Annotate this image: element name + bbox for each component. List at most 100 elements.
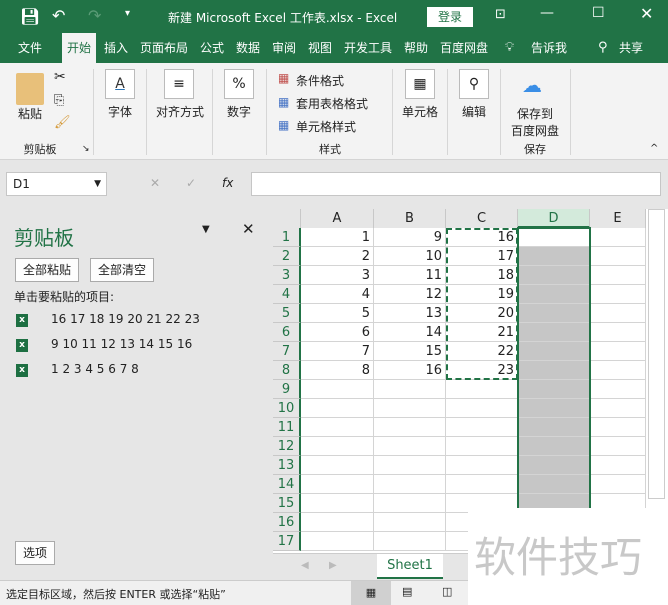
cell[interactable] — [374, 380, 446, 399]
row-header[interactable]: 17 — [273, 532, 301, 551]
column-header[interactable]: D — [518, 209, 590, 228]
cell[interactable] — [518, 380, 590, 399]
cell[interactable] — [374, 475, 446, 494]
cell[interactable]: 16 — [446, 228, 518, 247]
page-layout-view-icon[interactable]: ▤ — [402, 585, 412, 598]
cell[interactable] — [301, 437, 374, 456]
cell[interactable] — [301, 380, 374, 399]
number-icon[interactable]: % — [224, 69, 254, 99]
close-icon[interactable]: ✕ — [242, 220, 255, 238]
worksheet-grid[interactable]: A B C D E 1 1 9 16 2 2 10 17 3 3 11 18 4 4 12 19 5 5 13 20 6 6 14 21… — [273, 209, 668, 554]
sheet-tab-sheet1[interactable]: Sheet1 — [377, 554, 443, 579]
clear-all-button[interactable]: 全部清空 — [90, 258, 155, 282]
search-icon[interactable]: ⚲ — [459, 69, 489, 99]
cell[interactable]: 10 — [374, 247, 446, 266]
page-break-view-icon[interactable]: ◫ — [442, 585, 452, 598]
cell[interactable] — [301, 418, 374, 437]
save-icon[interactable]: 💾︎ — [20, 7, 40, 26]
vertical-scrollbar[interactable] — [648, 209, 665, 499]
paste-icon[interactable] — [16, 73, 44, 105]
row-header[interactable]: 2 — [273, 247, 301, 266]
paste-button[interactable]: 粘贴 — [14, 105, 46, 122]
tab-help[interactable]: 帮助 — [400, 33, 432, 63]
cell[interactable] — [590, 323, 646, 342]
column-header[interactable]: E — [590, 209, 646, 228]
cell[interactable] — [518, 304, 590, 323]
column-header[interactable]: B — [374, 209, 446, 228]
insert-function-icon[interactable]: fx — [222, 176, 233, 190]
cell[interactable] — [518, 437, 590, 456]
cell[interactable]: 11 — [374, 266, 446, 285]
formula-input[interactable] — [251, 172, 661, 196]
scroll-left-icon[interactable]: ◀ — [301, 560, 309, 571]
ribbon-display-icon[interactable]: ⊡ — [495, 7, 506, 22]
tab-file[interactable]: 文件 — [10, 33, 50, 63]
cell[interactable]: 21 — [446, 323, 518, 342]
cell[interactable]: 20 — [446, 304, 518, 323]
cells-icon[interactable]: ▦ — [405, 69, 435, 99]
cells-button[interactable]: 单元格 — [398, 103, 442, 120]
cell[interactable]: 2 — [301, 247, 374, 266]
cell[interactable] — [301, 532, 374, 551]
row-header[interactable]: 10 — [273, 399, 301, 418]
cell[interactable]: 16 — [374, 361, 446, 380]
cell[interactable] — [518, 361, 590, 380]
undo-icon[interactable]: ↶ — [52, 6, 65, 25]
scroll-right-icon[interactable]: ▶ — [329, 560, 337, 571]
tell-me[interactable]: 告诉我 — [526, 33, 572, 63]
number-button[interactable]: 数字 — [219, 103, 259, 120]
cell[interactable] — [446, 475, 518, 494]
minimize-button[interactable]: — — [540, 5, 554, 21]
clipboard-item[interactable]: x 1 2 3 4 5 6 7 8 — [14, 362, 264, 382]
cell[interactable] — [518, 342, 590, 361]
tab-review[interactable]: 审阅 — [268, 33, 300, 63]
cell[interactable] — [374, 399, 446, 418]
row-header[interactable]: 1 — [273, 228, 301, 247]
row-header[interactable]: 16 — [273, 513, 301, 532]
redo-icon[interactable]: ↷ — [88, 6, 101, 25]
cell[interactable] — [590, 304, 646, 323]
cell[interactable] — [301, 494, 374, 513]
cell[interactable] — [518, 285, 590, 304]
row-header[interactable]: 4 — [273, 285, 301, 304]
cell[interactable]: 7 — [301, 342, 374, 361]
cell[interactable] — [374, 513, 446, 532]
close-button[interactable]: ✕ — [640, 4, 653, 23]
cell[interactable] — [590, 399, 646, 418]
cell[interactable] — [374, 532, 446, 551]
dialog-launcher-icon[interactable]: ↘ — [82, 144, 90, 154]
cell[interactable] — [590, 247, 646, 266]
cell[interactable] — [590, 456, 646, 475]
cell[interactable] — [518, 228, 590, 247]
cell[interactable] — [590, 380, 646, 399]
tab-insert[interactable]: 插入 — [100, 33, 132, 63]
tab-formulas[interactable]: 公式 — [196, 33, 228, 63]
paste-all-button[interactable]: 全部粘贴 — [15, 258, 80, 282]
cell[interactable] — [374, 418, 446, 437]
cell[interactable] — [446, 399, 518, 418]
cell[interactable]: 5 — [301, 304, 374, 323]
cell[interactable] — [374, 494, 446, 513]
cell[interactable] — [590, 285, 646, 304]
editing-button[interactable]: 编辑 — [452, 103, 496, 120]
row-header[interactable]: 13 — [273, 456, 301, 475]
clipboard-item[interactable]: x 16 17 18 19 20 21 22 23 — [14, 312, 264, 332]
tab-developer[interactable]: 开发工具 — [340, 33, 396, 63]
cut-icon[interactable]: ✂ — [54, 69, 66, 85]
tab-view[interactable]: 视图 — [304, 33, 336, 63]
cell[interactable] — [518, 418, 590, 437]
copy-icon[interactable]: ⎘ — [54, 93, 64, 108]
cell[interactable]: 18 — [446, 266, 518, 285]
cell[interactable] — [374, 437, 446, 456]
cell[interactable] — [590, 228, 646, 247]
font-icon[interactable]: A — [105, 69, 135, 99]
cell[interactable] — [590, 361, 646, 380]
row-header[interactable]: 12 — [273, 437, 301, 456]
row-header[interactable]: 8 — [273, 361, 301, 380]
cell[interactable] — [301, 513, 374, 532]
row-header[interactable]: 3 — [273, 266, 301, 285]
tab-baidu[interactable]: 百度网盘 — [436, 33, 492, 63]
customize-qat-icon[interactable]: ▾ — [125, 8, 130, 19]
share-button[interactable]: 共享 — [614, 33, 648, 63]
format-painter-icon[interactable]: 🖌︎ — [54, 115, 71, 130]
